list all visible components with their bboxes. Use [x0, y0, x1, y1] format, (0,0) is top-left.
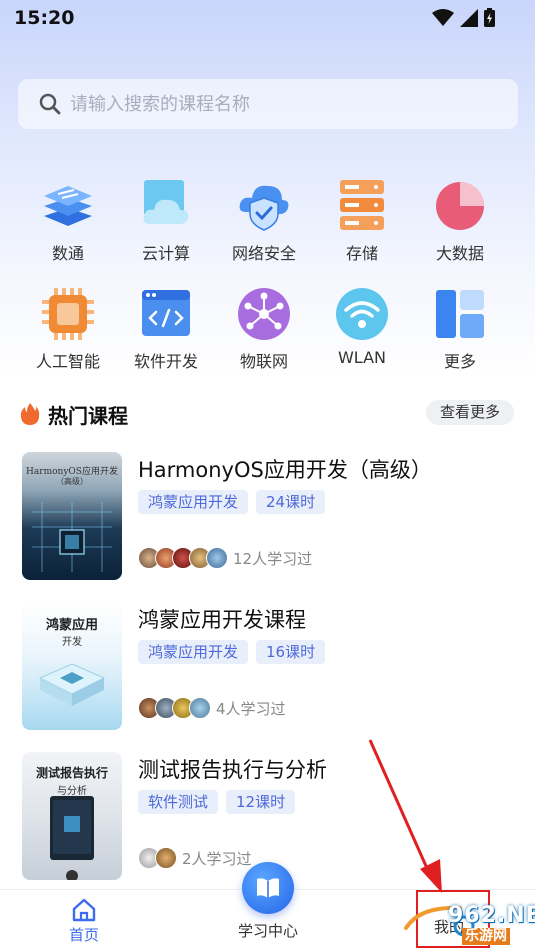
watermark-text: 962.NET: [448, 903, 535, 928]
battery-icon: [484, 8, 495, 27]
category-wlan[interactable]: WLAN: [312, 286, 412, 367]
wifi-icon: [336, 288, 388, 340]
learner-count: 4人学习过: [216, 699, 286, 718]
category-label: 云计算: [141, 244, 190, 263]
layers-icon: [44, 186, 92, 226]
avatar: [189, 697, 211, 719]
status-bar: 15:20: [0, 0, 535, 38]
category-ai[interactable]: 人工智能: [18, 286, 118, 372]
category-label: 人工智能: [35, 352, 100, 371]
category-label: 数通: [51, 244, 84, 263]
course-title: 测试报告执行与分析: [138, 758, 327, 782]
server-icon: [340, 180, 384, 230]
course-thumbnail: HarmonyOS应用开发 （高级）: [22, 452, 122, 580]
category-label: 更多: [443, 352, 476, 371]
thumbnail-text: （高级）: [56, 477, 88, 486]
category-label: 大数据: [435, 244, 484, 263]
category-label: WLAN: [337, 348, 386, 367]
category-datacom[interactable]: 数通: [18, 178, 118, 264]
category-cloud[interactable]: 云计算: [116, 178, 216, 264]
nav-home[interactable]: 首页: [54, 898, 114, 945]
cloud-icon: [143, 180, 189, 224]
annotation-arrow: [368, 739, 442, 893]
learners-row: 4人学习过: [138, 697, 286, 719]
category-security[interactable]: 网络安全: [214, 178, 314, 264]
category-label: 存储: [345, 244, 378, 263]
home-icon: [72, 898, 96, 922]
category-label: 物联网: [239, 352, 288, 371]
study-center-button[interactable]: [242, 862, 294, 914]
search-bar[interactable]: [18, 79, 518, 129]
course-tags: 软件测试 12课时: [138, 790, 296, 814]
nav-study-center[interactable]: 学习中心: [228, 862, 308, 941]
category-bigdata[interactable]: 大数据: [410, 178, 510, 264]
course-tags: 鸿蒙应用开发 16课时: [138, 640, 326, 664]
hours-tag: 12课时: [226, 790, 296, 814]
hours-tag: 24课时: [256, 490, 326, 514]
category-storage[interactable]: 存储: [312, 178, 412, 264]
hours-tag: 16课时: [256, 640, 326, 664]
search-icon: [39, 93, 61, 115]
learner-count: 12人学习过: [233, 549, 313, 568]
network-icon: [238, 288, 290, 340]
view-more-button[interactable]: 查看更多: [426, 400, 514, 425]
course-card[interactable]: HarmonyOS应用开发 （高级） HarmonyOS应用开发（高级） 鸿蒙应…: [0, 452, 535, 587]
chip-icon: [42, 288, 94, 340]
thumbnail-text: 开发: [62, 637, 82, 648]
category-more[interactable]: 更多: [410, 286, 510, 372]
course-title: 鸿蒙应用开发课程: [138, 608, 306, 632]
wifi-signal-icon: [432, 9, 454, 26]
status-icons: [432, 8, 495, 27]
category-tag: 鸿蒙应用开发: [138, 640, 249, 664]
category-tag: 鸿蒙应用开发: [138, 490, 249, 514]
thumbnail-text: 鸿蒙应用: [45, 618, 98, 633]
course-tags: 鸿蒙应用开发 24课时: [138, 490, 326, 514]
more-grid-icon: [436, 290, 484, 338]
course-thumbnail: 测试报告执行 与分析: [22, 752, 122, 880]
category-label: 网络安全: [231, 244, 296, 263]
thumbnail-text: 与分析: [57, 786, 87, 797]
pie-chart-icon: [436, 182, 484, 230]
search-input[interactable]: [70, 79, 500, 129]
section-title: 热门课程: [48, 404, 128, 428]
course-thumbnail: 鸿蒙应用 开发: [22, 602, 122, 730]
cellular-signal-icon: [460, 9, 478, 27]
book-icon: [257, 878, 279, 898]
nav-study-label: 学习中心: [237, 922, 298, 940]
category-label: 软件开发: [133, 352, 198, 371]
status-time: 15:20: [14, 7, 75, 29]
code-window-icon: [142, 290, 190, 336]
category-software[interactable]: 软件开发: [116, 286, 216, 372]
thumbnail-text: 测试报告执行: [35, 766, 108, 780]
avatar: [155, 847, 177, 869]
category-tag: 软件测试: [138, 790, 219, 814]
course-card[interactable]: 鸿蒙应用 开发 鸿蒙应用开发课程 鸿蒙应用开发 16课时 4人学习过: [0, 602, 535, 737]
learners-row: 12人学习过: [138, 547, 312, 569]
watermark-subtext: 乐游网: [462, 928, 510, 945]
shield-cloud-icon: [239, 185, 289, 231]
fire-icon: [20, 403, 40, 425]
nav-home-label: 首页: [68, 926, 99, 944]
course-title: HarmonyOS应用开发（高级）: [138, 458, 432, 482]
avatar: [206, 547, 228, 569]
category-iot[interactable]: 物联网: [214, 286, 314, 372]
